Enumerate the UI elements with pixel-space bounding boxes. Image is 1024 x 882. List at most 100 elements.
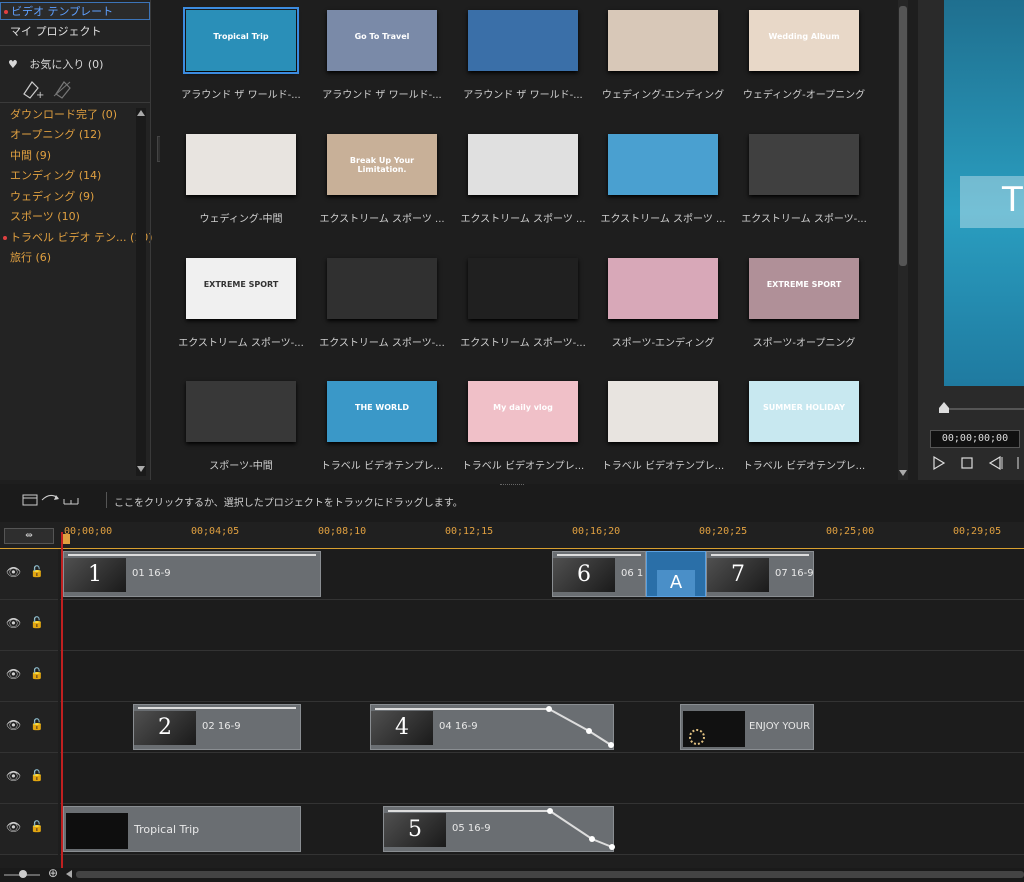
template-thumbnail[interactable]: EXTREME SPORT xyxy=(749,258,859,319)
template-thumbnail[interactable] xyxy=(608,10,718,71)
scroll-down-icon[interactable] xyxy=(899,470,907,476)
scroll-up-icon[interactable] xyxy=(137,110,145,116)
category-scrollbar[interactable] xyxy=(136,108,146,476)
template-thumbnail[interactable]: My daily vlog xyxy=(468,381,578,442)
category-downloaded[interactable]: ダウンロード完了 (0) xyxy=(0,106,117,124)
eye-icon[interactable]: 👁 xyxy=(6,769,21,783)
template-thumbnail[interactable] xyxy=(327,258,437,319)
template-thumbnail[interactable] xyxy=(468,10,578,71)
template-tile[interactable]: エクストリーム スポーツ-... xyxy=(442,248,586,360)
lock-icon[interactable]: 🔓 xyxy=(30,820,44,833)
template-tile[interactable]: エクストリーム スポーツ ... xyxy=(582,124,726,236)
timeline-clip[interactable]: Tropical Trip xyxy=(63,806,301,852)
eye-icon[interactable]: 👁 xyxy=(6,718,21,732)
category-ending[interactable]: エンディング (14) xyxy=(0,167,101,185)
template-thumbnail[interactable]: Go To Travel xyxy=(327,10,437,71)
fit-timeline-button[interactable]: ⇹ xyxy=(4,528,54,544)
grid-scrollbar[interactable] xyxy=(898,0,908,480)
thumbnail-caption: Break Up Your Limitation. xyxy=(349,156,415,174)
template-tile[interactable]: トラベル ビデオテンプレ... xyxy=(582,371,724,483)
timeline-view-icon[interactable] xyxy=(63,498,79,505)
template-tile[interactable]: アラウンド ザ ワールド-... xyxy=(442,0,583,112)
splitter-grip[interactable] xyxy=(500,484,524,488)
timeline-clip[interactable]: 6 06 1 xyxy=(552,551,646,597)
favorites-row[interactable]: ♥ お気に入り (0) xyxy=(8,56,103,72)
category-middle[interactable]: 中間 (9) xyxy=(0,147,51,165)
category-wedding[interactable]: ウェディング (9) xyxy=(0,188,94,206)
timeline-clip[interactable]: 1 01 16-9 xyxy=(63,551,321,597)
category-opening[interactable]: オープニング (12) xyxy=(0,126,101,144)
template-tile[interactable]: ウェディング-エンディング xyxy=(582,0,724,112)
stop-icon[interactable] xyxy=(961,457,973,469)
tab-my-projects[interactable]: マイ プロジェクト xyxy=(0,23,150,41)
track-lane[interactable] xyxy=(60,600,1024,651)
seek-handle-icon[interactable] xyxy=(938,402,950,414)
template-thumbnail[interactable] xyxy=(608,134,718,195)
prev-frame-icon[interactable] xyxy=(988,455,1003,471)
template-thumbnail[interactable] xyxy=(186,134,296,195)
lock-icon[interactable]: 🔓 xyxy=(30,769,44,782)
play-icon[interactable] xyxy=(933,455,946,471)
arrow-into-track-icon[interactable] xyxy=(41,494,59,501)
lock-icon[interactable]: 🔓 xyxy=(30,667,44,680)
template-tile[interactable]: エクストリーム スポーツ-... xyxy=(723,124,867,236)
template-thumbnail[interactable]: Break Up Your Limitation. xyxy=(327,134,437,195)
template-tile[interactable]: スポーツ-中間 xyxy=(160,371,300,483)
timeline-clip[interactable]: 2 02 16-9 xyxy=(133,704,301,750)
template-tile[interactable]: エクストリーム スポーツ-... xyxy=(301,248,445,360)
template-thumbnail[interactable]: SUMMER HOLIDAY xyxy=(749,381,859,442)
storyboard-icon[interactable] xyxy=(22,494,38,506)
template-tile[interactable]: スポーツ-エンディング xyxy=(582,248,722,360)
zoom-in-icon[interactable]: ⊕ xyxy=(48,866,58,880)
template-tile[interactable]: Tropical Trip アラウンド ザ ワールド-... xyxy=(160,0,301,112)
timeline-clip[interactable]: ENJOY YOUR xyxy=(680,704,814,750)
timecode-display[interactable]: 00;00;00;00 xyxy=(930,430,1020,448)
template-thumbnail[interactable] xyxy=(468,134,578,195)
template-tile[interactable]: エクストリーム スポーツ ... xyxy=(442,124,586,236)
eye-icon[interactable]: 👁 xyxy=(6,616,21,630)
template-thumbnail[interactable]: Wedding Album xyxy=(749,10,859,71)
template-tile[interactable]: Go To Travel アラウンド ザ ワールド-... xyxy=(301,0,442,112)
timeline-clip[interactable]: 4 04 16-9 xyxy=(370,704,614,750)
grid-scroll-thumb[interactable] xyxy=(899,6,907,266)
transition-clip[interactable]: A xyxy=(646,551,706,597)
template-thumbnail[interactable] xyxy=(608,258,718,319)
template-thumbnail[interactable]: Tropical Trip xyxy=(183,7,299,74)
tab-video-templates[interactable]: ビデオ テンプレート xyxy=(0,2,150,20)
template-thumbnail[interactable]: THE WORLD xyxy=(327,381,437,442)
eye-icon[interactable]: 👁 xyxy=(6,667,21,681)
add-tag-icon[interactable]: + xyxy=(23,81,44,100)
timeline-hscroll-thumb[interactable] xyxy=(76,871,1024,878)
category-sports[interactable]: スポーツ (10) xyxy=(0,208,80,226)
template-tile[interactable]: ウェディング-中間 xyxy=(160,124,300,236)
lock-icon[interactable]: 🔓 xyxy=(30,718,44,731)
template-tile[interactable]: THE WORLD トラベル ビデオテンプレ... xyxy=(301,371,443,483)
track-lane[interactable] xyxy=(60,651,1024,702)
template-tile[interactable]: My daily vlog トラベル ビデオテンプレ... xyxy=(442,371,584,483)
track-lane[interactable] xyxy=(60,753,1024,804)
eye-icon[interactable]: 👁 xyxy=(6,565,21,579)
track-header: 👁 🔓 xyxy=(0,702,58,753)
template-thumbnail[interactable] xyxy=(186,381,296,442)
template-thumbnail[interactable] xyxy=(749,134,859,195)
scroll-left-icon[interactable] xyxy=(66,870,72,878)
template-tile[interactable]: EXTREME SPORT エクストリーム スポーツ-... xyxy=(160,248,304,360)
template-thumbnail[interactable] xyxy=(608,381,718,442)
template-tile[interactable]: Wedding Album ウェディング-オープニング xyxy=(723,0,865,112)
template-tile[interactable]: SUMMER HOLIDAY トラベル ビデオテンプレ... xyxy=(723,371,865,483)
category-travel-video[interactable]: トラベル ビデオ テン... (10) xyxy=(0,229,153,247)
template-thumbnail[interactable]: EXTREME SPORT xyxy=(186,258,296,319)
lock-icon[interactable]: 🔓 xyxy=(30,616,44,629)
timeline-clip[interactable]: 7 07 16-9 xyxy=(706,551,814,597)
timeline-clip[interactable]: 5 05 16-9 xyxy=(383,806,615,852)
category-trip[interactable]: 旅行 (6) xyxy=(0,249,51,267)
eye-icon[interactable]: 👁 xyxy=(6,820,21,834)
template-thumbnail[interactable] xyxy=(468,258,578,319)
lock-icon[interactable]: 🔓 xyxy=(30,565,44,578)
zoom-slider-handle[interactable] xyxy=(19,870,27,878)
template-tile[interactable]: EXTREME SPORT スポーツ-オープニング xyxy=(723,248,863,360)
template-tile[interactable]: Break Up Your Limitation. エクストリーム スポーツ ..… xyxy=(301,124,445,236)
remove-tag-icon[interactable] xyxy=(53,81,71,99)
scroll-down-icon[interactable] xyxy=(137,466,145,472)
preview-seekbar[interactable] xyxy=(939,396,1024,414)
